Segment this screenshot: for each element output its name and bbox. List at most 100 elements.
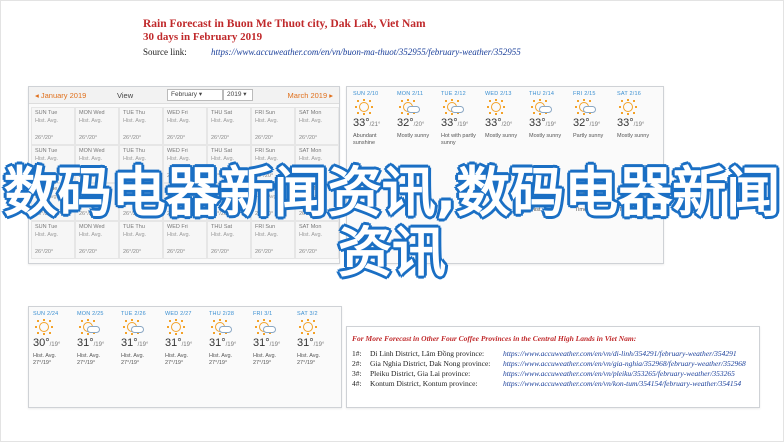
source-link[interactable]: https://www.accuweather.com/en/vn/buon-m… xyxy=(211,47,521,57)
calendar-hist-label: Hist. Avg. xyxy=(79,118,103,124)
calendar-day-label: SAT Mon xyxy=(299,148,322,154)
sun-icon xyxy=(254,319,276,335)
forecast-day[interactable]: SAT 2/16 33°/19° Mostly sunny xyxy=(617,91,659,140)
forecast-day-label: SUN 2/10 xyxy=(353,91,379,97)
forecast-desc: Partly sunny xyxy=(573,133,604,139)
month-select[interactable]: February ▾ xyxy=(167,89,223,101)
row-link[interactable]: https://www.accuweather.com/en/vn/gia-ng… xyxy=(503,359,746,368)
temp-high: 31° xyxy=(253,337,270,349)
forecast-temp: 32°/20° xyxy=(397,117,439,131)
row-link[interactable]: https://www.accuweather.com/en/vn/di-lin… xyxy=(503,349,737,358)
calendar-day-label: SUN Tue xyxy=(35,110,58,116)
forecast-desc: Hot with partly sunny xyxy=(441,133,476,146)
row-number: 4#: xyxy=(352,379,362,388)
cloud-icon xyxy=(451,106,464,113)
calendar-day-cell[interactable]: SAT Mon Hist. Avg. 26°/20° xyxy=(295,107,339,145)
year-select[interactable]: 2019 ▾ xyxy=(223,89,253,101)
temp-high: 31° xyxy=(209,337,226,349)
calendar-day-cell[interactable]: MON Wed Hist. Avg. 26°/20° xyxy=(75,107,119,145)
cloud-icon xyxy=(131,326,144,333)
temp-low: /19° xyxy=(313,342,325,348)
forecast-desc: Hist. Avg. 27°/19° xyxy=(77,353,101,366)
calendar-day-label: THU Sat xyxy=(211,110,233,116)
sun-icon xyxy=(122,319,144,335)
forecast-day[interactable]: MON 2/25 31°/19° Hist. Avg. 27°/19° xyxy=(77,311,119,367)
row-link[interactable]: https://www.accuweather.com/en/vn/kon-tu… xyxy=(503,379,741,388)
calendar-day-cell[interactable]: THU Sat Hist. Avg. 26°/20° xyxy=(207,107,251,145)
forecast-desc: Mostly sunny xyxy=(485,133,518,139)
forecast-temp: 33°/19° xyxy=(441,117,483,131)
temp-low: /19° xyxy=(93,342,105,348)
forecast-day[interactable]: SUN 2/24 30°/19° Hist. Avg. 27°/19° xyxy=(33,311,75,367)
cloud-icon xyxy=(263,326,276,333)
forecast-temp: 31°/19° xyxy=(297,337,339,351)
prev-month-label: January 2019 xyxy=(40,91,87,100)
forecast-day[interactable]: WED 2/13 33°/20° Mostly sunny xyxy=(485,91,527,140)
temp-low: /20° xyxy=(501,122,513,128)
temp-low: /19° xyxy=(633,122,645,128)
calendar-toolbar: ◂ January 2019 View February ▾ 2019 ▾ Ma… xyxy=(29,87,339,104)
forecast-day[interactable]: MON 2/11 32°/20° Mostly sunny xyxy=(397,91,439,140)
forecast-day[interactable]: FRI 2/15 32°/19° Partly sunny xyxy=(573,91,615,140)
calendar-day-cell[interactable]: SUN Tue Hist. Avg. 26°/20° xyxy=(31,107,75,145)
temp-high: 33° xyxy=(353,117,370,129)
cloud-icon xyxy=(539,106,552,113)
sun-icon xyxy=(34,319,56,335)
watermark-text: 数码电器新闻资讯,数码电器新闻资讯 xyxy=(3,161,781,284)
temp-high: 31° xyxy=(77,337,94,349)
forecast-day-label: TUE 2/12 xyxy=(441,91,466,97)
more-forecast-row: 2#: Gia Nghia District, Dak Nong province… xyxy=(352,359,746,369)
temp-high: 33° xyxy=(529,117,546,129)
page-title: Rain Forecast in Buon Me Thuot city, Dak… xyxy=(143,18,426,30)
calendar-day-label: SAT Mon xyxy=(299,110,322,116)
calendar-hist-value: 26°/20° xyxy=(35,135,54,141)
forecast-day[interactable]: TUE 2/12 33°/19° Hot with partly sunny xyxy=(441,91,483,147)
cloud-icon xyxy=(219,326,232,333)
temp-low: /19° xyxy=(269,342,281,348)
header: Rain Forecast in Buon Me Thuot city, Dak… xyxy=(143,18,521,59)
sun-icon xyxy=(354,99,376,115)
forecast-day[interactable]: WED 2/27 31°/19° Hist. Avg. 27°/19° xyxy=(165,311,207,367)
forecast-temp: 31°/19° xyxy=(253,337,295,351)
calendar-day-label: MON Wed xyxy=(79,148,105,154)
temp-low: /19° xyxy=(49,342,61,348)
cloud-icon xyxy=(583,106,596,113)
source-line: Source link: https://www.accuweather.com… xyxy=(143,45,521,59)
sun-icon xyxy=(398,99,420,115)
temp-high: 30° xyxy=(33,337,50,349)
forecast-day[interactable]: TUE 2/26 31°/19° Hist. Avg. 27°/19° xyxy=(121,311,163,367)
forecast-day[interactable]: FRI 3/1 31°/19° Hist. Avg. 27°/19° xyxy=(253,311,295,367)
prev-month-link[interactable]: ◂ January 2019 xyxy=(35,91,86,100)
temp-high: 32° xyxy=(573,117,590,129)
calendar-hist-label: Hist. Avg. xyxy=(255,118,279,124)
calendar-hist-label: Hist. Avg. xyxy=(211,118,235,124)
calendar-day-label: TUE Thu xyxy=(123,110,145,116)
forecast-day[interactable]: SAT 3/2 31°/19° Hist. Avg. 27°/19° xyxy=(297,311,339,367)
forecast-day[interactable]: THU 2/14 33°/19° Mostly sunny xyxy=(529,91,571,140)
calendar-day-cell[interactable]: FRI Sun Hist. Avg. 26°/20° xyxy=(251,107,295,145)
row-link[interactable]: https://www.accuweather.com/en/vn/pleiku… xyxy=(503,369,735,378)
temp-low: /20° xyxy=(413,122,425,128)
forecast-desc: Mostly sunny xyxy=(397,133,430,139)
temp-low: /19° xyxy=(545,122,557,128)
calendar-day-label: FRI Sun xyxy=(255,148,276,154)
forecast-day-label: WED 2/27 xyxy=(165,311,192,317)
forecast-temp: 31°/19° xyxy=(77,337,119,351)
forecast-day[interactable]: THU 2/28 31°/19° Hist. Avg. 27°/19° xyxy=(209,311,251,367)
calendar-day-cell[interactable]: WED Fri Hist. Avg. 26°/20° xyxy=(163,107,207,145)
forecast-day-label: WED 2/13 xyxy=(485,91,512,97)
year-select-value: 2019 xyxy=(227,91,242,98)
temp-low: /19° xyxy=(225,342,237,348)
calendar-day-label: WED Fri xyxy=(167,148,188,154)
temp-low: /21° xyxy=(369,122,381,128)
calendar-hist-label: Hist. Avg. xyxy=(299,118,323,124)
forecast-temp: 33°/19° xyxy=(529,117,571,131)
forecast-temp: 31°/19° xyxy=(121,337,163,351)
forecast-day[interactable]: SUN 2/10 33°/21° Abundant sunshine xyxy=(353,91,395,147)
view-label: View xyxy=(117,91,134,100)
temp-low: /19° xyxy=(457,122,469,128)
calendar-day-cell[interactable]: TUE Thu Hist. Avg. 26°/20° xyxy=(119,107,163,145)
calendar-hist-value: 26°/20° xyxy=(123,135,142,141)
forecast-day-label: THU 2/28 xyxy=(209,311,235,317)
next-month-link[interactable]: March 2019 ▸ xyxy=(288,91,333,100)
